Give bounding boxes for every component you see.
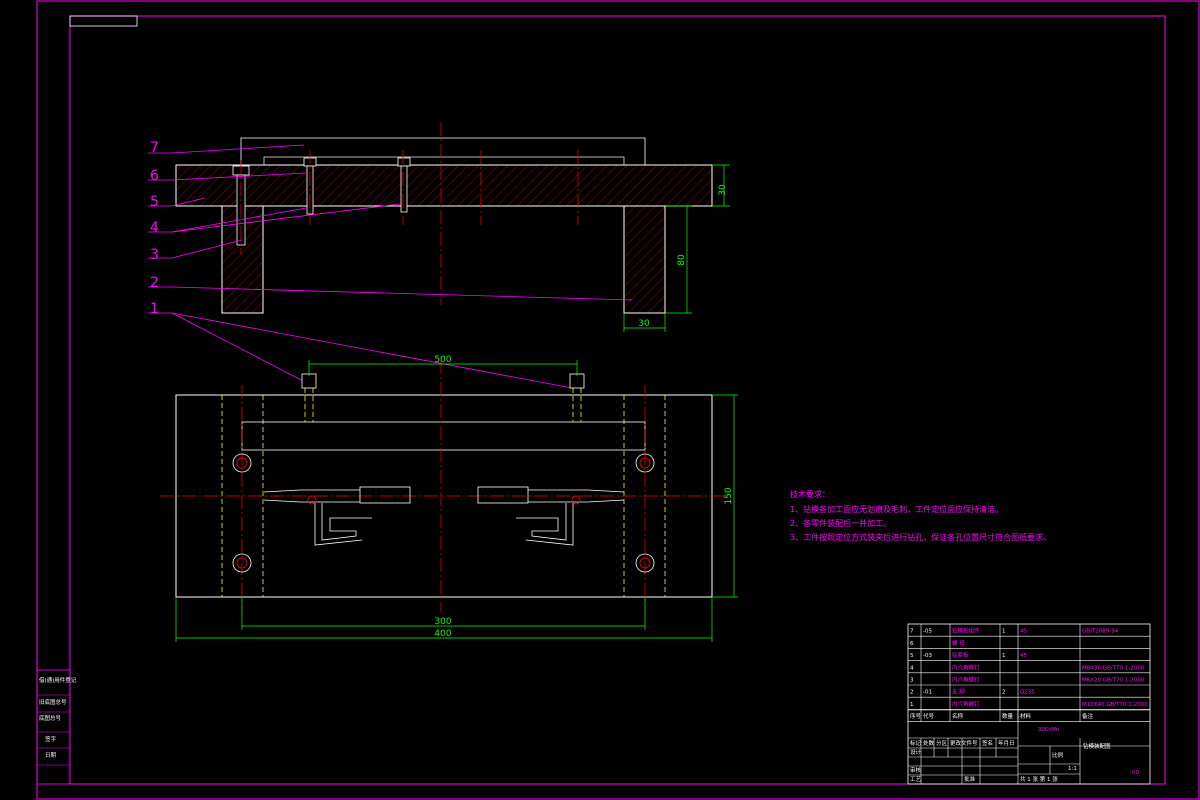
sheet-info: 共 1 张 第 1 张 (1020, 775, 1058, 783)
base-plate-section (175, 164, 713, 207)
cad-drawing: 借(通)用件登记 旧底图总号 底图总号 签字 日期 30 80 30 7 6 5… (36, 0, 1200, 800)
outer-border (36, 0, 1200, 800)
parts-cell-std: GB/T2089-94 (1082, 629, 1119, 635)
inner-border (69, 15, 1166, 785)
parts-list: 7 -05 钻模板组件 1 45 GB/T2089-94 6 螺 母 5 -03 钻套板 1 45 4 内六… (908, 624, 1150, 722)
parts-cell-material: 45 (1020, 653, 1027, 659)
right-leg-section (623, 205, 666, 314)
scale-value: 1:1 (1068, 766, 1077, 772)
parts-cell-name: 内六角螺钉 (952, 676, 980, 684)
dim-plate-depth: 150 (724, 487, 734, 504)
title-block: 7 -05 钻模板组件 1 45 GB/T2089-94 6 螺 母 5 -03 钻套板 1 45 4 内六… (907, 623, 1151, 785)
dim-plate-length: 400 (434, 629, 451, 639)
parts-cell-std: M6X20 GB/T70.1-2000 (1082, 678, 1145, 684)
scale-label: 比例 (1052, 751, 1064, 759)
side-strip-label-4: 日期 (45, 752, 57, 759)
parts-cell-no: 2 (910, 690, 914, 696)
design-label: 设计 (910, 748, 922, 756)
parts-cell-name: 螺 母 (952, 639, 965, 647)
front-section-view: 30 80 30 (175, 122, 730, 332)
note-item-3: 3、工件按照定位方式装夹后进行钻孔，保证各孔位置尺寸符合图纸要求。 (790, 532, 1051, 542)
note-item-2: 2、各零件装配后一并加工。 (790, 518, 891, 528)
side-strip-label-1: 旧底图总号 (39, 698, 67, 706)
technical-notes: 技术要求： 1、钻模各加工面应无划痕及毛刺，工件定位面应保持清洁。 2、各零件装… (790, 489, 1051, 542)
parts-cell-qty: 1 (1002, 629, 1006, 635)
parts-cell-qty: 1 (1002, 653, 1006, 659)
side-strip: 借(通)用件登记 旧底图总号 底图总号 签字 日期 (36, 669, 77, 785)
notes-title: 技术要求： (790, 489, 830, 499)
callout-1: 1 (150, 301, 159, 317)
mark-label-3: 更改文件号 (950, 739, 978, 747)
parts-cell-no: 7 (910, 629, 914, 635)
parts-cell-name: 支 脚 (952, 688, 965, 696)
bolt-heads (301, 373, 585, 389)
plan-dimension-lines (175, 360, 738, 642)
plan-centerlines (160, 360, 728, 612)
parts-cell-no: 6 (910, 641, 914, 647)
parts-cell-no: 5 (910, 653, 914, 659)
parts-cell-name: 钻套板 (952, 651, 969, 659)
callout-7: 7 (150, 140, 159, 156)
parts-cell-code: -05 (923, 629, 932, 635)
mark-label-4: 签名 (982, 739, 993, 747)
mark-label-2: 分区 (936, 739, 948, 747)
dim-leg-spacing: 300 (434, 617, 451, 627)
check-label: 审核 (910, 766, 922, 774)
callout-3: 3 (150, 247, 159, 263)
parts-cell-code: -01 (923, 690, 932, 696)
parts-cell-code: 代号 (923, 712, 935, 720)
drawing-number: -00 (1130, 770, 1139, 776)
drawing-frame (36, 0, 1200, 800)
parts-cell-std: M8X30 GB/T70.1-2000 (1082, 665, 1145, 671)
dim-plate-thickness: 30 (718, 184, 728, 196)
drill-bush-strip (263, 156, 625, 166)
parts-cell-std: M10X40 GB/T70.1-2000 (1082, 702, 1148, 708)
callout-6: 6 (150, 168, 159, 184)
dim-leg-width: 30 (638, 319, 650, 329)
parts-cell-material: 材料 (1020, 712, 1032, 720)
parts-cell-material: 45 (1020, 629, 1027, 635)
parts-cell-std: 备注 (1082, 712, 1094, 720)
callout-2: 2 (150, 275, 159, 291)
side-strip-label-2: 底图总号 (39, 714, 62, 722)
corner-tag-box (69, 15, 138, 27)
parts-cell-qty: 2 (1002, 690, 1006, 696)
process-label: 工艺 (910, 776, 922, 783)
approve-label: 批准 (964, 775, 976, 783)
parts-cell-no: 4 (910, 665, 914, 671)
top-plan-view: 500 150 300 400 (160, 355, 738, 642)
parts-cell-name: 名称 (952, 712, 964, 720)
mark-label-0: 标记 (910, 739, 922, 747)
counterbore-holes (232, 453, 655, 573)
dim-bolt-pitch: 500 (434, 355, 451, 365)
parts-cell-name: 内六角螺钉 (952, 700, 980, 708)
parts-cell-no: 序号 (910, 712, 922, 720)
title-block-grid (908, 709, 1150, 784)
drawing-name: 钻模装配图 (1083, 742, 1111, 750)
mark-label-5: 年月日 (998, 739, 1015, 747)
drill-plate-outline (240, 137, 646, 165)
parts-cell-no: 3 (910, 678, 914, 684)
clamp-bar (241, 421, 646, 451)
side-strip-label-0: 借(通)用件登记 (39, 676, 77, 684)
parts-cell-qty: 数量 (1002, 712, 1014, 720)
dim-leg-height: 80 (677, 254, 687, 266)
parts-cell-material: Q235 (1020, 690, 1035, 696)
callout-4: 4 (150, 220, 159, 236)
side-strip-label-3: 签字 (45, 735, 57, 743)
parts-cell-name: 钻模板组件 (952, 627, 980, 635)
callout-5: 5 (150, 194, 159, 210)
hidden-leg-lines (221, 388, 666, 597)
mark-label-1: 处数 (923, 739, 935, 747)
parts-cell-name: 内六角螺钉 (952, 663, 980, 671)
parts-cell-no: 1 (910, 702, 914, 708)
note-item-1: 1、钻模各加工面应无划痕及毛刺，工件定位面应保持清洁。 (790, 504, 1003, 514)
parts-cell-code: -03 (923, 653, 932, 659)
front-centerlines (240, 122, 579, 305)
material-mark: 30CrMn (1038, 727, 1060, 733)
